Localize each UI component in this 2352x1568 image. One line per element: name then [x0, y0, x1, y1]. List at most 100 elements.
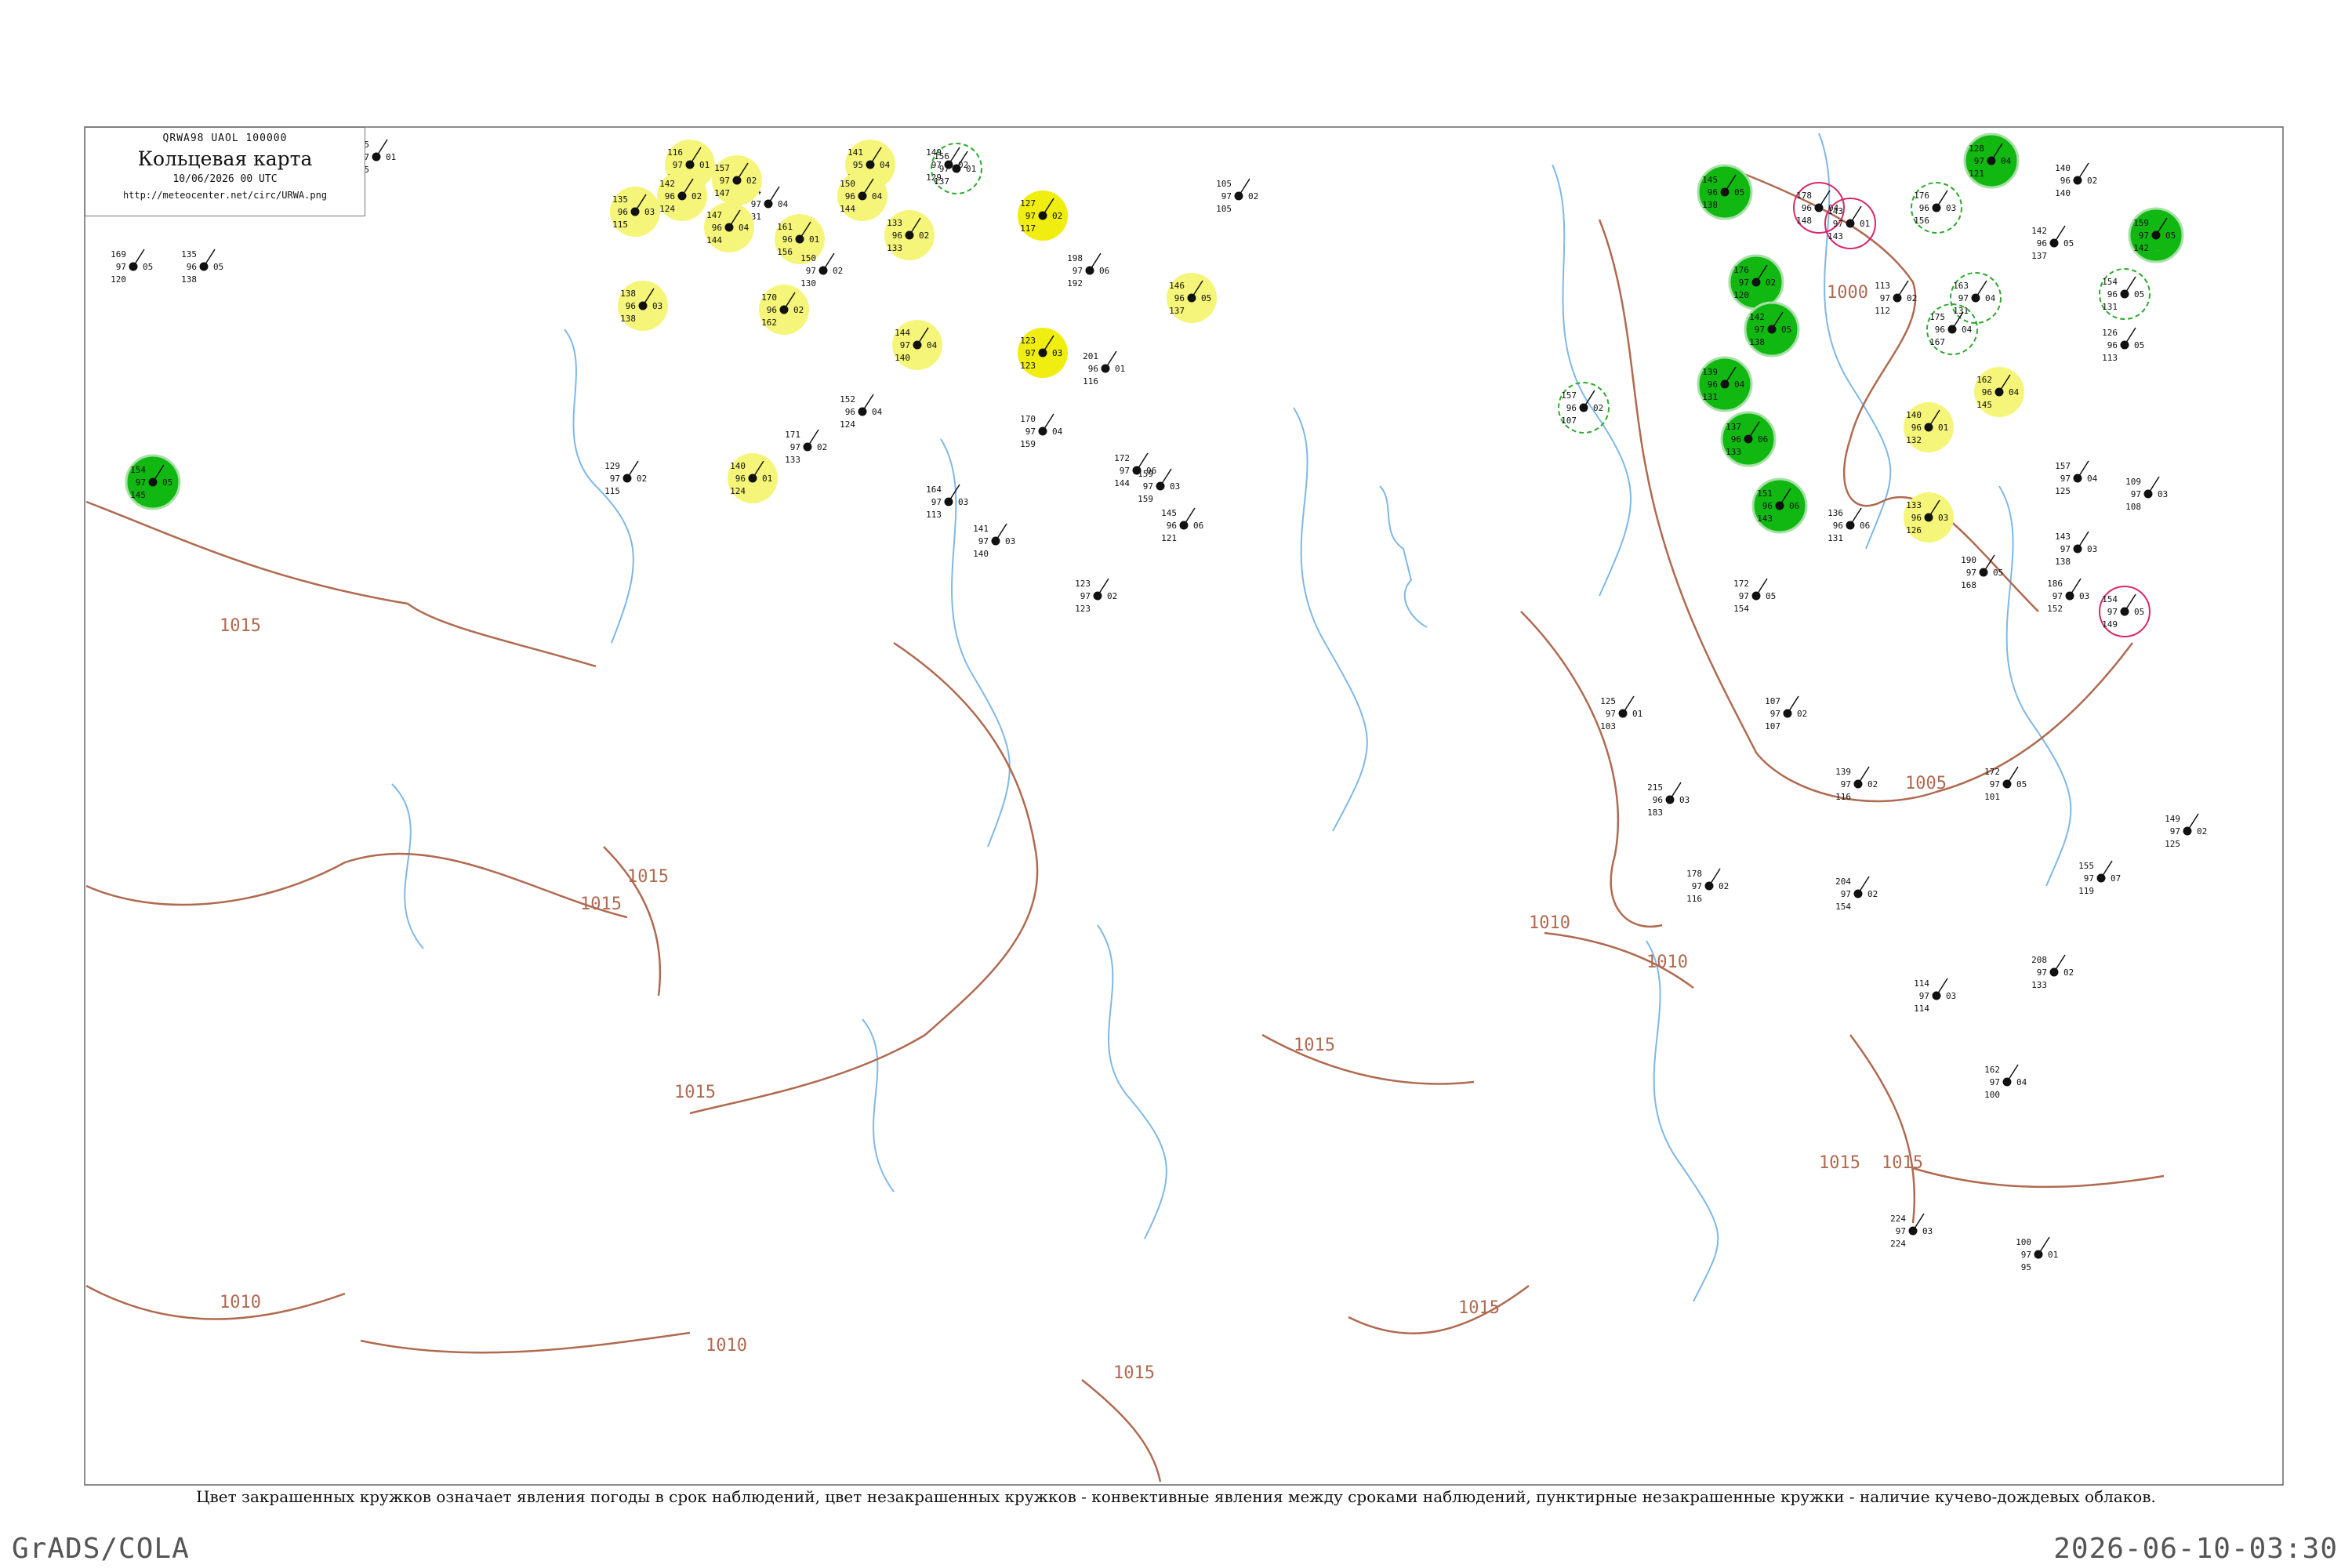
- station-tendency: 02: [833, 266, 843, 276]
- station-dewpoint: 145: [1976, 400, 1992, 410]
- station-pressure: 97: [2107, 607, 2118, 617]
- station-pressure: 96: [1935, 325, 1945, 335]
- isobar-label: 1015: [220, 616, 261, 636]
- station-dewpoint: 159: [1020, 439, 1036, 449]
- isobar-label: 1015: [627, 867, 669, 887]
- station-pressure: 97: [1120, 466, 1130, 476]
- station-pressure: 96: [1919, 203, 1929, 213]
- station-temperature: 138: [620, 289, 636, 299]
- station-pressure: 97: [806, 266, 816, 276]
- station-tendency: 03: [1170, 481, 1180, 492]
- station-dewpoint: 108: [2125, 502, 2141, 512]
- source-url[interactable]: http://meteocenter.net/circ/URWA.png: [85, 190, 365, 201]
- station-dewpoint: 162: [761, 318, 777, 328]
- station-temperature: 107: [1765, 696, 1780, 706]
- station-plot: 137 96 06 133: [1720, 411, 1777, 467]
- station-dewpoint: 168: [1961, 580, 1976, 590]
- station-plot: 144 97 04 140: [892, 320, 942, 370]
- station-tendency: 01: [2048, 1250, 2058, 1260]
- station-tendency: 02: [746, 176, 757, 186]
- station-pressure: 97: [136, 477, 146, 488]
- station-dewpoint: 125: [2055, 486, 2071, 496]
- station-dewpoint: 143: [1757, 514, 1773, 524]
- station-tendency: 03: [2079, 591, 2089, 601]
- station-temperature: 141: [973, 524, 989, 534]
- station-dewpoint: 121: [1161, 533, 1177, 543]
- station-temperature: 156: [934, 151, 949, 162]
- station-pressure: 97: [2139, 230, 2149, 241]
- station-temperature: 163: [1953, 281, 1969, 291]
- station-temperature: 157: [1561, 390, 1577, 401]
- station-plot: 140 96 01 124: [728, 453, 778, 503]
- station-temperature: 175: [1929, 312, 1945, 322]
- station-dewpoint: 133: [785, 455, 800, 465]
- station-dewpoint: 131: [1828, 533, 1843, 543]
- station-pressure: 96: [767, 305, 777, 315]
- station-tendency: 04: [872, 407, 883, 417]
- map-title: Кольцевая карта: [137, 147, 313, 170]
- station-tendency: 04: [2087, 474, 2098, 484]
- station-tendency: 04: [2016, 1077, 2027, 1087]
- station-pressure: 96: [1911, 513, 1922, 523]
- station-temperature: 123: [1020, 336, 1036, 346]
- station-dewpoint: 124: [659, 204, 675, 214]
- station-tendency: 01: [699, 160, 710, 170]
- station-tendency: 05: [143, 262, 153, 272]
- station-temperature: 215: [1647, 782, 1663, 793]
- station-dewpoint: 131: [1953, 306, 1969, 316]
- station-plot: 123 97 03 123: [1018, 328, 1068, 378]
- station-dewpoint: 224: [1890, 1239, 1906, 1249]
- station-temperature: 170: [1020, 414, 1036, 424]
- station-tendency: 04: [880, 160, 891, 170]
- station-dewpoint: 147: [714, 188, 730, 198]
- station-temperature: 114: [1914, 978, 1929, 989]
- station-tendency: 03: [1922, 1226, 1933, 1236]
- station-temperature: 142: [1749, 312, 1765, 322]
- station-tendency: 02: [1248, 191, 1258, 201]
- station-tendency: 01: [1938, 423, 1948, 433]
- station-temperature: 164: [926, 485, 942, 495]
- station-plot: 150 96 04 144: [837, 171, 887, 221]
- station-pressure: 97: [116, 262, 126, 272]
- station-plot: 170 96 02 162: [759, 285, 809, 335]
- station-temperature: 162: [1976, 375, 1992, 385]
- station-pressure: 97: [2060, 544, 2071, 554]
- station-tendency: 01: [1115, 364, 1125, 374]
- station-tendency: 05: [1766, 591, 1776, 601]
- station-pressure: 96: [2037, 238, 2047, 249]
- station-tendency: 04: [1962, 325, 1973, 335]
- station-plot: 162 96 04 145: [1974, 367, 2024, 417]
- station-pressure: 96: [1167, 521, 1177, 531]
- station-pressure: 96: [1982, 387, 1992, 397]
- station-temperature: 116: [667, 147, 683, 158]
- station-temperature: 142: [659, 179, 675, 189]
- footer-timestamp: 2026-06-10-03:30: [2053, 1533, 2338, 1565]
- station-tendency: 05: [1734, 187, 1744, 198]
- station-tendency: 03: [1946, 991, 1956, 1001]
- station-pressure: 96: [1708, 187, 1718, 198]
- station-dewpoint: 145: [130, 490, 146, 500]
- station-pressure: 97: [978, 536, 989, 546]
- station-tendency: 02: [2063, 967, 2074, 978]
- station-pressure: 96: [1566, 403, 1577, 413]
- station-temperature: 140: [730, 461, 746, 471]
- station-tendency: 04: [872, 191, 883, 201]
- station-tendency: 05: [2063, 238, 2074, 249]
- station-dewpoint: 116: [1083, 376, 1098, 387]
- station-tendency: 04: [2001, 156, 2012, 166]
- station-temperature: 208: [2031, 955, 2047, 965]
- station-pressure: 97: [931, 497, 942, 507]
- station-dewpoint: 142: [2133, 243, 2149, 253]
- station-dewpoint: 137: [934, 176, 949, 187]
- station-pressure: 96: [845, 407, 855, 417]
- station-tendency: 06: [1099, 266, 1109, 276]
- station-tendency: 01: [966, 164, 976, 174]
- station-pressure: 97: [1958, 293, 1969, 303]
- station-temperature: 139: [1702, 367, 1718, 377]
- station-temperature: 137: [1726, 422, 1741, 432]
- station-dewpoint: 149: [2102, 619, 2118, 630]
- isobar-label: 1015: [580, 895, 622, 914]
- station-temperature: 176: [1733, 265, 1749, 275]
- station-dewpoint: 113: [926, 510, 942, 520]
- station-pressure: 97: [2131, 489, 2141, 499]
